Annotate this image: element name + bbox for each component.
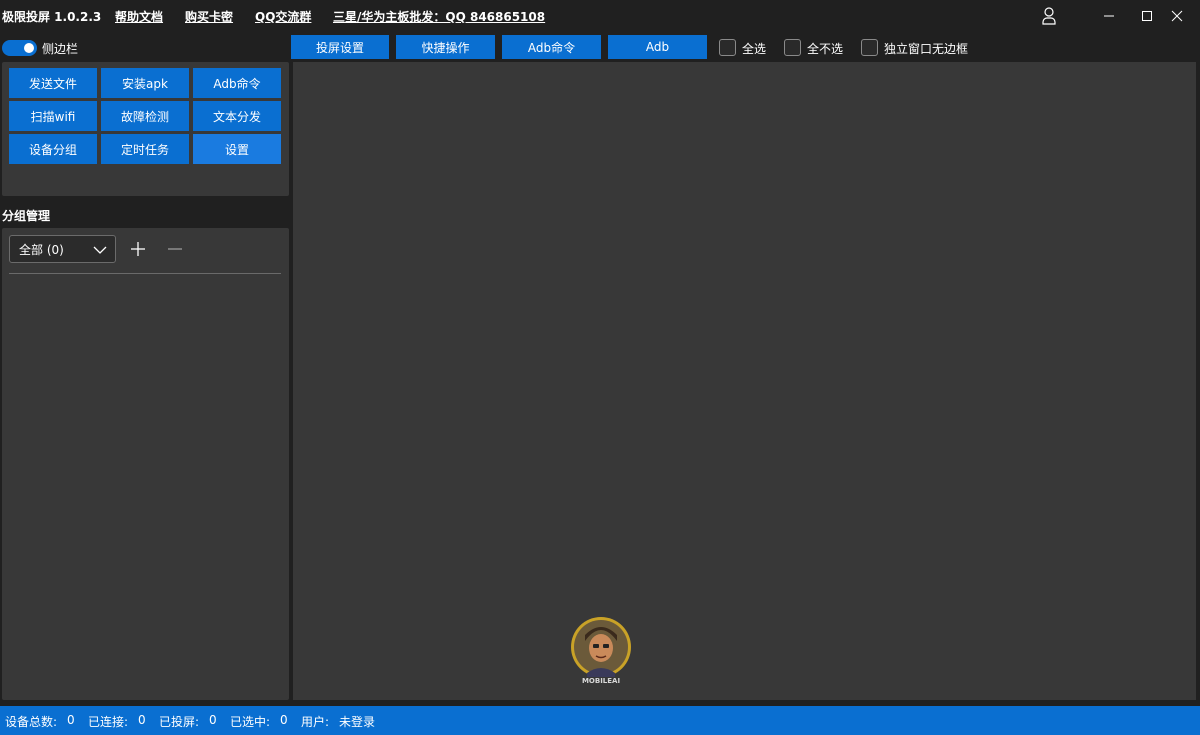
select-none-checkbox[interactable] bbox=[784, 39, 801, 56]
text-distribute-button[interactable]: 文本分发 bbox=[193, 101, 281, 131]
sidebar-toggle[interactable] bbox=[2, 40, 37, 56]
total-devices-label: 设备总数: bbox=[5, 715, 58, 729]
borderless-window-checkbox[interactable] bbox=[861, 39, 878, 56]
group-management-title: 分组管理 bbox=[2, 209, 51, 223]
send-file-button[interactable]: 发送文件 bbox=[9, 68, 97, 98]
group-select[interactable]: 全部 (0) bbox=[9, 235, 116, 263]
selected-value: 0 bbox=[280, 713, 288, 727]
plus-icon bbox=[131, 242, 145, 256]
casting-value: 0 bbox=[209, 713, 217, 727]
add-group-button[interactable] bbox=[128, 239, 148, 259]
scheduled-task-button[interactable]: 定时任务 bbox=[101, 134, 189, 164]
mobileai-logo: MOBILEAI bbox=[571, 617, 631, 685]
select-all-checkbox[interactable] bbox=[719, 39, 736, 56]
connected-label: 已连接: bbox=[88, 715, 129, 729]
total-devices-value: 0 bbox=[67, 713, 75, 727]
function-panel: 发送文件 安装apk Adb命令 扫描wifi 故障检测 文本分发 设备分组 定… bbox=[2, 62, 289, 196]
tab-adb-command[interactable]: Adb命令 bbox=[502, 35, 601, 59]
device-group-button[interactable]: 设备分组 bbox=[9, 134, 97, 164]
device-area: MOBILEAI bbox=[293, 62, 1196, 700]
scan-wifi-button[interactable]: 扫描wifi bbox=[9, 101, 97, 131]
app-title: 极限投屏 1.0.2.3 bbox=[2, 10, 102, 24]
qq-group-link[interactable]: QQ交流群 bbox=[255, 8, 311, 25]
remove-group-button[interactable] bbox=[165, 239, 185, 259]
adb-command-button[interactable]: Adb命令 bbox=[193, 68, 281, 98]
minimize-icon bbox=[1104, 15, 1114, 17]
settings-button[interactable]: 设置 bbox=[193, 134, 281, 164]
chevron-down-icon bbox=[93, 246, 107, 254]
select-none-label: 全不选 bbox=[807, 42, 844, 56]
minus-icon bbox=[168, 248, 182, 250]
close-button[interactable] bbox=[1154, 0, 1200, 32]
selected-label: 已选中: bbox=[230, 715, 271, 729]
tab-cast-settings[interactable]: 投屏设置 bbox=[291, 35, 389, 59]
help-docs-link[interactable]: 帮助文档 bbox=[115, 8, 163, 25]
tab-adb[interactable]: Adb bbox=[608, 35, 707, 59]
tab-quick-actions[interactable]: 快捷操作 bbox=[396, 35, 495, 59]
user-label: 用户: bbox=[301, 715, 330, 729]
title-bar: 极限投屏 1.0.2.3 帮助文档 购买卡密 QQ交流群 三星/华为主板批发：Q… bbox=[0, 0, 1200, 32]
casting-label: 已投屏: bbox=[159, 715, 200, 729]
wholesale-link[interactable]: 三星/华为主板批发：QQ 846865108 bbox=[333, 8, 545, 25]
user-value: 未登录 bbox=[339, 715, 376, 729]
fault-detect-button[interactable]: 故障检测 bbox=[101, 101, 189, 131]
sidebar-toggle-label: 侧边栏 bbox=[42, 42, 79, 56]
borderless-window-label: 独立窗口无边框 bbox=[884, 42, 969, 56]
group-select-value: 全部 (0) bbox=[19, 242, 64, 257]
status-bar: 设备总数: 0 已连接: 0 已投屏: 0 已选中: 0 用户: 未登录 bbox=[0, 706, 1200, 735]
group-panel bbox=[2, 228, 289, 700]
user-icon bbox=[1042, 7, 1056, 25]
connected-value: 0 bbox=[138, 713, 146, 727]
group-divider bbox=[9, 273, 281, 274]
install-apk-button[interactable]: 安装apk bbox=[101, 68, 189, 98]
select-all-label: 全选 bbox=[742, 42, 767, 56]
logo-text: MOBILEAI bbox=[582, 677, 620, 685]
maximize-icon bbox=[1142, 11, 1152, 21]
close-icon bbox=[1171, 10, 1183, 22]
user-button[interactable] bbox=[1026, 0, 1072, 32]
toggle-knob bbox=[24, 43, 34, 53]
buy-card-link[interactable]: 购买卡密 bbox=[185, 8, 233, 25]
